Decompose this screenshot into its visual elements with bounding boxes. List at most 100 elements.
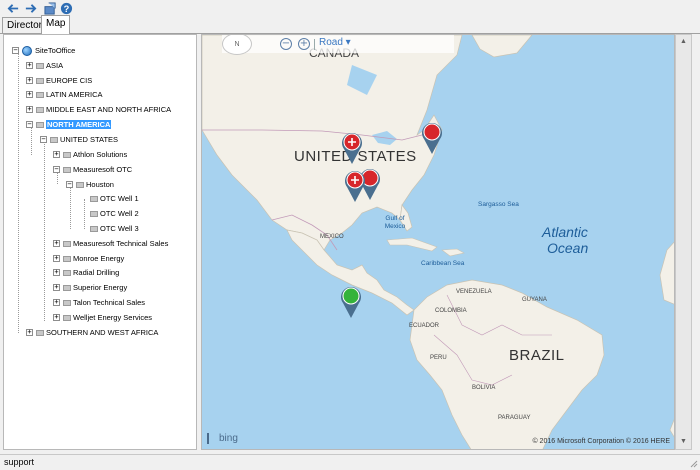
folder-icon [36,329,44,336]
collapse-icon[interactable]: − [26,121,33,128]
expand-icon[interactable]: + [53,284,60,291]
site-tree: − SiteToOffice + ASIA + EUROPE CIS + LAT… [3,34,197,450]
tree-item-athlon[interactable]: + Athlon Solutions [53,148,127,161]
label-guyana: GUYANA [522,297,547,303]
compass-control[interactable]: N [222,35,252,55]
tab-map[interactable]: Map [41,15,70,34]
expand-icon[interactable]: + [26,106,33,113]
back-arrow-icon[interactable] [6,1,20,15]
label-ocean: Ocean [547,240,589,256]
tree-item-label: OTC Well 2 [100,209,139,218]
tree-item-label: Radial Drilling [73,268,120,277]
tree-item-label: OTC Well 3 [100,224,139,233]
tab-directory[interactable]: Directory [2,17,47,34]
map-style-dropdown[interactable]: Road ▾ [319,37,351,48]
tree-item-europe-cis[interactable]: + EUROPE CIS [26,74,92,87]
label-caribbean-sea: Caribbean Sea [421,260,465,267]
tree-item-monroe[interactable]: + Monroe Energy [53,252,124,265]
landmass-cuba [386,237,438,252]
well-icon [90,210,98,217]
bing-label: bing [219,433,238,444]
folder-icon [50,136,58,143]
expand-icon[interactable]: + [53,314,60,321]
folder-icon [36,62,44,69]
tree-item-asia[interactable]: + ASIA [26,59,63,72]
tree-item-houston[interactable]: − Houston [66,178,114,191]
label-ecuador: ECUADOR [409,323,440,329]
tree-connector [70,185,71,229]
label-atlantic: Atlantic [542,224,588,240]
tree-item-label: Monroe Energy [73,254,125,263]
vertical-scrollbar[interactable]: ▲ ▼ [675,34,692,450]
tree-item-otc-well-1[interactable]: OTC Well 1 [90,192,139,205]
expand-icon[interactable]: + [53,269,60,276]
divider [314,39,315,50]
expand-icon[interactable]: + [26,91,33,98]
tree-item-label: Houston [86,180,114,189]
collapse-icon[interactable]: − [12,47,19,54]
tree-connector [44,141,45,321]
expand-icon[interactable]: + [53,299,60,306]
tree-item-measuresoft-tech[interactable]: + Measuresoft Technical Sales [53,237,168,250]
tree-item-otc-well-2[interactable]: OTC Well 2 [90,207,139,220]
label-bolivia: BOLIVIA [472,385,496,391]
export-icon[interactable] [43,1,57,15]
help-icon[interactable]: ? [59,1,73,15]
scroll-up-icon[interactable]: ▲ [676,35,691,49]
tree-item-label: Superior Energy [73,283,128,292]
tree-item-north-america[interactable]: − NORTH AMERICA [26,118,112,131]
tree-item-latin-america[interactable]: + LATIN AMERICA [26,88,103,101]
tree-item-label: Measuresoft OTC [73,165,133,174]
landmass-greenland [471,35,533,58]
folder-icon [63,255,71,262]
folder-icon [76,181,84,188]
tree-item-southern-west-africa[interactable]: + SOUTHERN AND WEST AFRICA [26,326,158,339]
tree-item-united-states[interactable]: − UNITED STATES [40,133,118,146]
label-peru: PERU [430,355,447,361]
map-marker-well-3[interactable] [343,169,367,203]
expand-icon[interactable]: + [53,151,60,158]
bing-logo: bing [207,433,238,444]
tree-item-label: EUROPE CIS [46,76,93,85]
map-view[interactable]: CANADA UNITED STATES MEXICO Gulf of Mexi… [201,34,675,450]
status-bar: support [0,454,700,470]
collapse-icon[interactable]: − [53,166,60,173]
label-gulf-of-mexico: Gulf of Mexico [384,215,406,230]
forward-arrow-icon[interactable] [23,1,37,15]
folder-icon [63,240,71,247]
tree-item-label: LATIN AMERICA [46,90,103,99]
landmass-africa [659,241,674,305]
map-canvas[interactable] [202,35,675,450]
collapse-icon[interactable]: − [40,136,47,143]
folder-icon [63,299,71,306]
scroll-down-icon[interactable]: ▼ [676,435,691,449]
tree-item-measuresoft-otc[interactable]: − Measuresoft OTC [53,163,132,176]
collapse-icon[interactable]: − [66,181,73,188]
expand-icon[interactable]: + [26,77,33,84]
tree-item-middle-east[interactable]: + MIDDLE EAST AND NORTH AFRICA [26,103,171,116]
tree-item-otc-well-3[interactable]: OTC Well 3 [90,222,139,235]
globe-icon [22,45,32,56]
map-marker-northeast[interactable] [420,121,444,155]
status-text: support [4,457,35,467]
tree-item-label: OTC Well 1 [100,194,139,203]
expand-icon[interactable]: + [26,329,33,336]
zoom-out-button[interactable]: − [280,38,292,50]
folder-icon [63,314,71,321]
tree-connector [84,199,85,229]
tree-item-welljet[interactable]: + Welljet Energy Services [53,311,152,324]
tree-item-label: UNITED STATES [60,135,119,144]
tree-item-label: ASIA [46,61,64,70]
map-marker-well-1[interactable] [340,131,364,165]
tree-root[interactable]: − SiteToOffice [12,44,75,57]
tree-item-radial[interactable]: + Radial Drilling [53,266,119,279]
expand-icon[interactable]: + [53,240,60,247]
expand-icon[interactable]: + [53,255,60,262]
map-marker-pacific[interactable] [339,285,363,319]
tree-item-superior[interactable]: + Superior Energy [53,281,127,294]
tree-item-talon[interactable]: + Talon Technical Sales [53,296,145,309]
resize-grip-icon[interactable] [688,458,698,468]
zoom-in-button[interactable]: + [298,38,310,50]
well-icon [90,225,98,232]
expand-icon[interactable]: + [26,62,33,69]
